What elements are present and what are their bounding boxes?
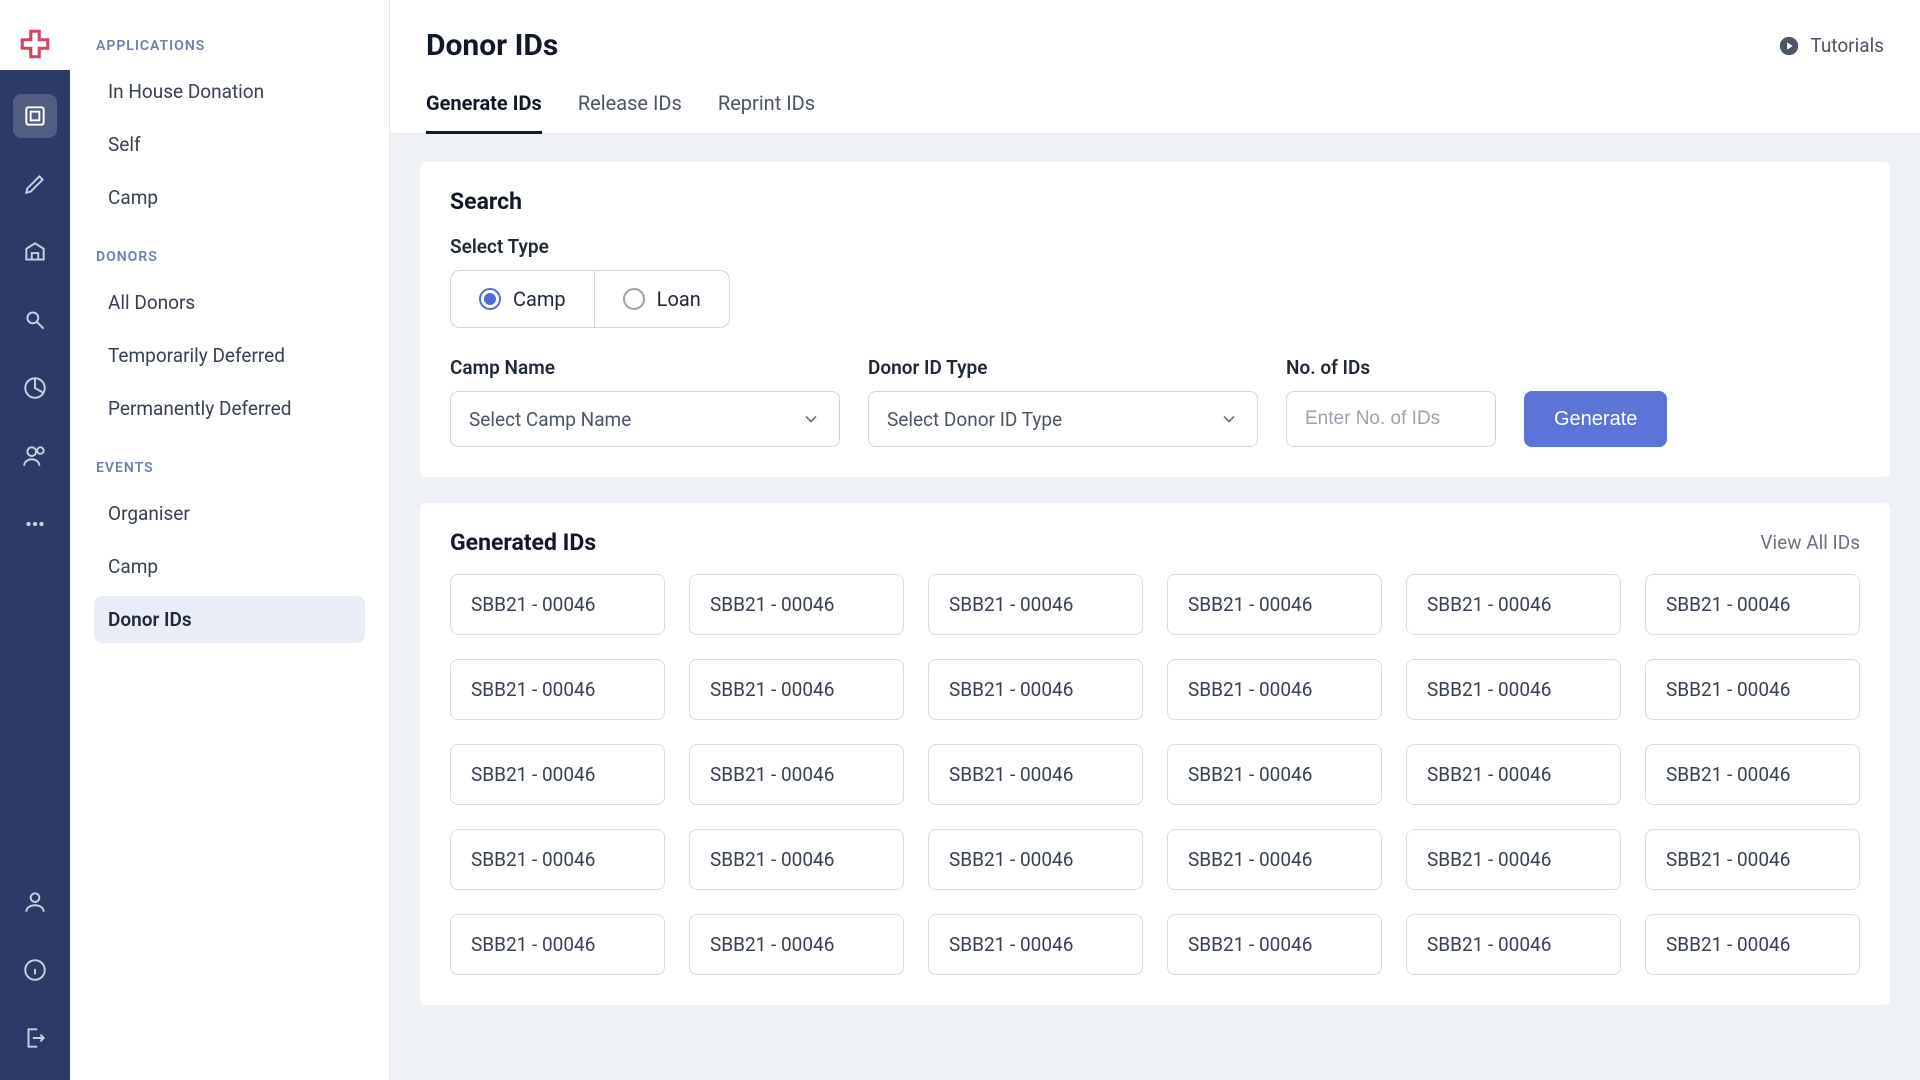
sidebar-item-permanently-deferred[interactable]: Permanently Deferred: [94, 385, 365, 432]
sidebar: APPLICATIONS In House Donation Self Camp DON…: [70, 0, 390, 1080]
generated-id-chip[interactable]: SBB21 - 00046: [1167, 744, 1382, 805]
radio-circle-icon: [623, 288, 645, 310]
rail-users-icon[interactable]: [13, 434, 57, 478]
generated-id-chip[interactable]: SBB21 - 00046: [1406, 744, 1621, 805]
generated-id-chip[interactable]: SBB21 - 00046: [689, 829, 904, 890]
sidebar-section-title: APPLICATIONS: [96, 38, 365, 54]
generated-id-chip[interactable]: SBB21 - 00046: [1167, 829, 1382, 890]
generated-id-chip[interactable]: SBB21 - 00046: [1645, 829, 1860, 890]
generated-id-chip[interactable]: SBB21 - 00046: [689, 659, 904, 720]
rail-edit-icon[interactable]: [13, 162, 57, 206]
radio-loan[interactable]: Loan: [594, 271, 729, 327]
radio-label: Loan: [657, 287, 701, 311]
no-of-ids-input[interactable]: [1286, 391, 1496, 447]
medical-cross-icon: [18, 27, 52, 61]
tab-release-ids[interactable]: Release IDs: [578, 91, 682, 133]
generated-id-grid: SBB21 - 00046 SBB21 - 00046 SBB21 - 00046 S…: [450, 574, 1860, 975]
generated-id-chip[interactable]: SBB21 - 00046: [928, 829, 1143, 890]
sidebar-item-camp[interactable]: Camp: [94, 543, 365, 590]
generated-id-chip[interactable]: SBB21 - 00046: [1406, 574, 1621, 635]
sidebar-item-camp[interactable]: Camp: [94, 174, 365, 221]
no-of-ids-label: No. of IDs: [1286, 356, 1496, 379]
rail-lab-icon[interactable]: [13, 298, 57, 342]
rail-more-icon[interactable]: [13, 502, 57, 546]
tab-reprint-ids[interactable]: Reprint IDs: [718, 91, 815, 133]
rail-logout-icon[interactable]: [13, 1016, 57, 1060]
sidebar-item-organiser[interactable]: Organiser: [94, 490, 365, 537]
generated-id-chip[interactable]: SBB21 - 00046: [1645, 659, 1860, 720]
sidebar-section-title: EVENTS: [96, 460, 365, 476]
search-form-row: Camp Name Select Camp Name Donor ID Type…: [450, 356, 1860, 447]
generated-card-header: Generated IDs View All IDs: [450, 529, 1860, 556]
view-all-ids-link[interactable]: View All IDs: [1760, 531, 1860, 554]
rail-profile-icon[interactable]: [13, 880, 57, 924]
no-of-ids-field: No. of IDs: [1286, 356, 1496, 447]
donor-id-type-label: Donor ID Type: [868, 356, 1258, 379]
content: Search Select Type Camp Loan Camp Name Se…: [390, 134, 1920, 1080]
generated-id-chip[interactable]: SBB21 - 00046: [928, 744, 1143, 805]
generated-id-chip[interactable]: SBB21 - 00046: [928, 574, 1143, 635]
generated-id-chip[interactable]: SBB21 - 00046: [1645, 744, 1860, 805]
generated-id-chip[interactable]: SBB21 - 00046: [689, 744, 904, 805]
tutorials-link[interactable]: Tutorials: [1778, 34, 1884, 57]
donor-id-type-select[interactable]: Select Donor ID Type: [868, 391, 1258, 447]
generated-id-chip[interactable]: SBB21 - 00046: [450, 829, 665, 890]
donor-id-type-placeholder: Select Donor ID Type: [887, 408, 1062, 431]
generated-id-chip[interactable]: SBB21 - 00046: [450, 744, 665, 805]
generated-id-chip[interactable]: SBB21 - 00046: [689, 914, 904, 975]
generated-ids-card: Generated IDs View All IDs SBB21 - 00046…: [420, 503, 1890, 1005]
camp-name-placeholder: Select Camp Name: [469, 408, 631, 431]
tabs: Generate IDs Release IDs Reprint IDs: [390, 63, 1920, 134]
generated-id-chip[interactable]: SBB21 - 00046: [1167, 659, 1382, 720]
generated-id-chip[interactable]: SBB21 - 00046: [1167, 574, 1382, 635]
rail-info-icon[interactable]: [13, 948, 57, 992]
generated-id-chip[interactable]: SBB21 - 00046: [450, 914, 665, 975]
search-title: Search: [450, 188, 1860, 215]
donor-id-type-field: Donor ID Type Select Donor ID Type: [868, 356, 1258, 447]
camp-name-field: Camp Name Select Camp Name: [450, 356, 840, 447]
sidebar-item-in-house-donation[interactable]: In House Donation: [94, 68, 365, 115]
generated-id-chip[interactable]: SBB21 - 00046: [928, 914, 1143, 975]
generated-id-chip[interactable]: SBB21 - 00046: [1167, 914, 1382, 975]
sidebar-item-donor-ids[interactable]: Donor IDs: [94, 596, 365, 643]
generated-id-chip[interactable]: SBB21 - 00046: [1645, 574, 1860, 635]
chevron-down-icon: [801, 409, 821, 429]
generated-id-chip[interactable]: SBB21 - 00046: [689, 574, 904, 635]
main: Donor IDs Tutorials Generate IDs Release …: [390, 0, 1920, 1080]
sidebar-item-all-donors[interactable]: All Donors: [94, 279, 365, 326]
camp-name-select[interactable]: Select Camp Name: [450, 391, 840, 447]
generated-id-chip[interactable]: SBB21 - 00046: [1406, 914, 1621, 975]
type-radio-group: Camp Loan: [450, 270, 730, 328]
sidebar-section-title: DONORS: [96, 249, 365, 265]
generated-id-chip[interactable]: SBB21 - 00046: [450, 659, 665, 720]
chevron-down-icon: [1219, 409, 1239, 429]
generated-id-chip[interactable]: SBB21 - 00046: [1645, 914, 1860, 975]
camp-name-label: Camp Name: [450, 356, 840, 379]
tutorials-label: Tutorials: [1810, 34, 1884, 57]
radio-circle-icon: [479, 288, 501, 310]
generate-button[interactable]: Generate: [1524, 391, 1667, 447]
tab-generate-ids[interactable]: Generate IDs: [426, 91, 542, 133]
page-title: Donor IDs: [426, 28, 558, 63]
logo: [0, 0, 70, 70]
radio-label: Camp: [513, 287, 566, 311]
header: Donor IDs Tutorials: [390, 0, 1920, 63]
search-card: Search Select Type Camp Loan Camp Name Se…: [420, 162, 1890, 477]
select-type-label: Select Type: [450, 235, 1860, 258]
generated-title: Generated IDs: [450, 529, 596, 556]
sidebar-item-temporarily-deferred[interactable]: Temporarily Deferred: [94, 332, 365, 379]
play-circle-icon: [1778, 35, 1800, 57]
radio-camp[interactable]: Camp: [451, 271, 594, 327]
icon-rail: [0, 0, 70, 1080]
generated-id-chip[interactable]: SBB21 - 00046: [450, 574, 665, 635]
generated-id-chip[interactable]: SBB21 - 00046: [1406, 829, 1621, 890]
rail-inventory-icon[interactable]: [13, 230, 57, 274]
sidebar-item-self[interactable]: Self: [94, 121, 365, 168]
rail-dashboard-icon[interactable]: [13, 94, 57, 138]
rail-stats-icon[interactable]: [13, 366, 57, 410]
generated-id-chip[interactable]: SBB21 - 00046: [1406, 659, 1621, 720]
generated-id-chip[interactable]: SBB21 - 00046: [928, 659, 1143, 720]
